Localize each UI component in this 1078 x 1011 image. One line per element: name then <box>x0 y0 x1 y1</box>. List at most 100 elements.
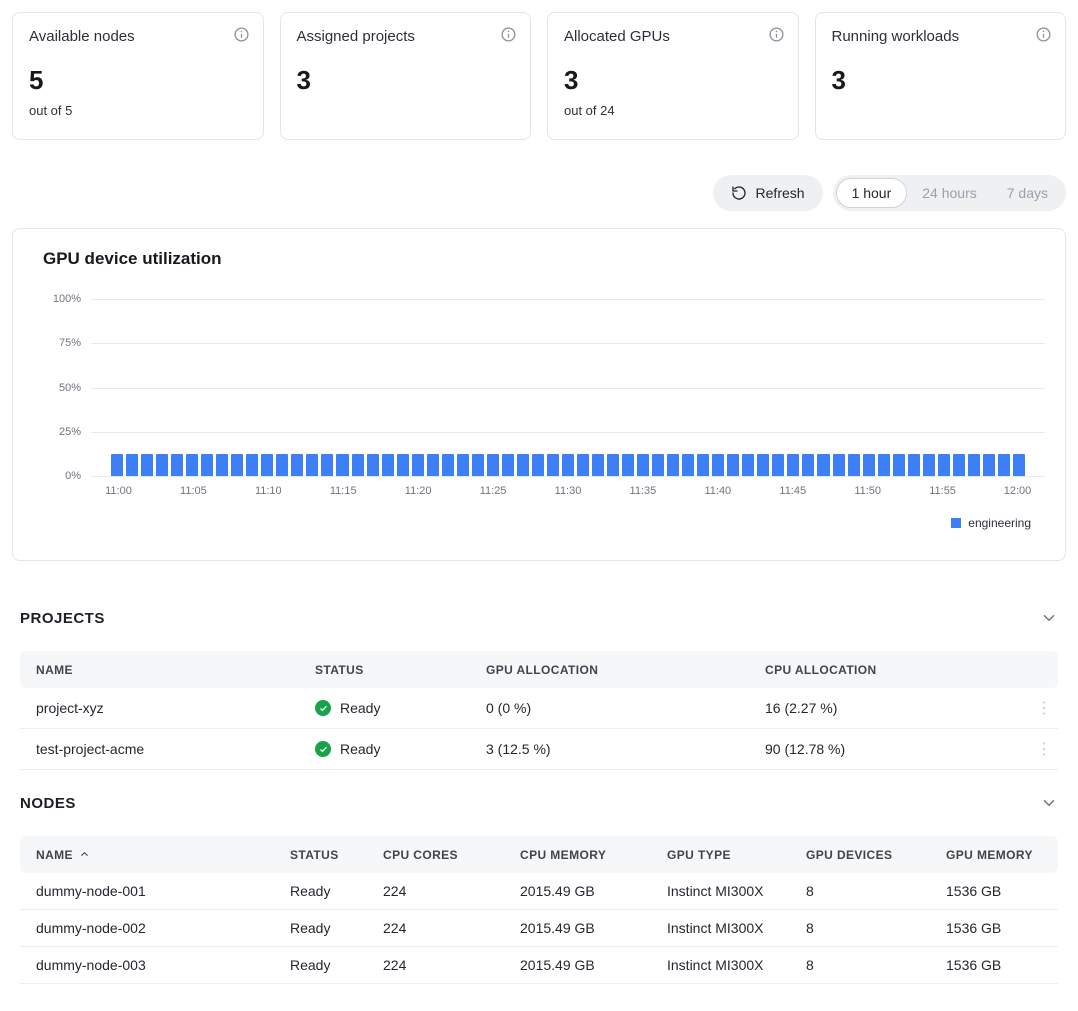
time-range-24-hours[interactable]: 24 hours <box>907 179 991 207</box>
bar <box>1013 454 1025 476</box>
projects-table-body: project-xyzReady0 (0 %)16 (2.27 %)⋮test-… <box>20 688 1058 770</box>
y-axis: 100%75%50%25%0% <box>31 299 91 476</box>
table-row: dummy-node-001Ready2242015.49 GBInstinct… <box>20 873 1058 910</box>
projects-table: NAME STATUS GPU ALLOCATION CPU ALLOCATIO… <box>20 651 1058 770</box>
bar <box>547 454 559 476</box>
stat-cards-row: Available nodes 5 out of 5 Assigned proj… <box>12 12 1066 140</box>
sort-ascending-icon <box>79 849 90 860</box>
nodes-col-cpu-memory[interactable]: CPU MEMORY <box>504 848 651 862</box>
node-gpu-devices: 8 <box>790 920 930 936</box>
bar <box>923 454 935 476</box>
x-tick-label: 11:35 <box>630 485 657 497</box>
projects-col-gpu-allocation[interactable]: GPU ALLOCATION <box>470 663 749 677</box>
x-tick-label: 11:10 <box>255 485 282 497</box>
bar <box>156 454 168 476</box>
check-circle-icon <box>315 741 331 757</box>
column-label: NAME <box>36 848 73 862</box>
bar <box>953 454 965 476</box>
node-cpu-cores: 224 <box>367 957 504 973</box>
nodes-col-cpu-cores[interactable]: CPU CORES <box>367 848 504 862</box>
projects-section: PROJECTS NAME STATUS GPU ALLOCATION CPU … <box>20 609 1058 770</box>
row-actions-button[interactable]: ⋮ <box>1030 698 1058 718</box>
bar <box>216 454 228 476</box>
bar <box>607 454 619 476</box>
bar <box>622 454 634 476</box>
projects-col-name[interactable]: NAME <box>20 663 299 677</box>
x-tick-label: 11:30 <box>555 485 582 497</box>
bar <box>321 454 333 476</box>
projects-section-header[interactable]: PROJECTS <box>20 609 1058 627</box>
bar <box>817 454 829 476</box>
gridline <box>91 476 1045 477</box>
stat-value: 3 <box>564 65 782 96</box>
x-tick-label: 11:20 <box>405 485 432 497</box>
x-axis-row: 11:0011:0511:1011:1511:2011:2511:3011:35… <box>31 485 1045 500</box>
node-gpu-memory: 1536 GB <box>930 920 1058 936</box>
bar <box>246 454 258 476</box>
nodes-section-header[interactable]: NODES <box>20 794 1058 812</box>
nodes-col-status[interactable]: STATUS <box>274 848 367 862</box>
node-name: dummy-node-001 <box>20 883 274 899</box>
node-gpu-memory: 1536 GB <box>930 957 1058 973</box>
node-gpu-memory: 1536 GB <box>930 883 1058 899</box>
bar <box>848 454 860 476</box>
table-row: project-xyzReady0 (0 %)16 (2.27 %)⋮ <box>20 688 1058 729</box>
section-title: PROJECTS <box>20 610 105 627</box>
nodes-col-gpu-memory[interactable]: GPU MEMORY <box>930 848 1058 862</box>
nodes-table-header: NAME STATUS CPU CORES CPU MEMORY GPU TYP… <box>20 836 1058 873</box>
projects-col-status[interactable]: STATUS <box>299 663 470 677</box>
stat-card-allocated-gpus: Allocated GPUs 3 out of 24 <box>547 12 799 140</box>
nodes-col-name[interactable]: NAME <box>20 848 274 862</box>
node-cpu-memory: 2015.49 GB <box>504 920 651 936</box>
node-name: dummy-node-002 <box>20 920 274 936</box>
refresh-icon <box>731 185 747 201</box>
x-tick-label: 11:25 <box>480 485 507 497</box>
x-tick-label: 11:15 <box>330 485 357 497</box>
chevron-down-icon[interactable] <box>1040 609 1058 627</box>
chart-title: GPU device utilization <box>31 249 1045 269</box>
bar <box>532 454 544 476</box>
bar <box>938 454 950 476</box>
node-status: Ready <box>274 957 367 973</box>
bar <box>472 454 484 476</box>
bar <box>863 454 875 476</box>
info-icon[interactable] <box>233 26 250 43</box>
nodes-col-gpu-devices[interactable]: GPU DEVICES <box>790 848 930 862</box>
stat-title: Running workloads <box>832 28 1050 45</box>
bar <box>126 454 138 476</box>
nodes-table: NAME STATUS CPU CORES CPU MEMORY GPU TYP… <box>20 836 1058 984</box>
row-actions-button[interactable]: ⋮ <box>1030 739 1058 759</box>
section-title: NODES <box>20 795 76 812</box>
time-range-7-days[interactable]: 7 days <box>992 179 1063 207</box>
bar <box>291 454 303 476</box>
info-icon[interactable] <box>500 26 517 43</box>
refresh-button[interactable]: Refresh <box>713 175 823 211</box>
table-row: test-project-acmeReady3 (12.5 %)90 (12.7… <box>20 729 1058 770</box>
x-tick-label: 12:00 <box>1004 485 1032 497</box>
bar <box>983 454 995 476</box>
chart-toolbar: Refresh 1 hour 24 hours 7 days <box>12 175 1066 211</box>
info-icon[interactable] <box>1035 26 1052 43</box>
bar <box>141 454 153 476</box>
bar <box>502 454 514 476</box>
project-gpu-allocation: 3 (12.5 %) <box>470 741 749 757</box>
bar <box>577 454 589 476</box>
chevron-down-icon[interactable] <box>1040 794 1058 812</box>
bar <box>637 454 649 476</box>
node-cpu-cores: 224 <box>367 920 504 936</box>
bar <box>833 454 845 476</box>
node-cpu-memory: 2015.49 GB <box>504 957 651 973</box>
info-icon[interactable] <box>768 26 785 43</box>
bar <box>442 454 454 476</box>
time-range-1-hour[interactable]: 1 hour <box>836 178 908 208</box>
nodes-table-body: dummy-node-001Ready2242015.49 GBInstinct… <box>20 873 1058 984</box>
nodes-col-gpu-type[interactable]: GPU TYPE <box>651 848 790 862</box>
bar <box>457 454 469 476</box>
bar <box>652 454 664 476</box>
legend-swatch <box>951 518 961 528</box>
projects-col-cpu-allocation[interactable]: CPU ALLOCATION <box>749 663 1030 677</box>
node-gpu-devices: 8 <box>790 957 930 973</box>
node-status: Ready <box>274 920 367 936</box>
bar <box>487 454 499 476</box>
bar <box>306 454 318 476</box>
